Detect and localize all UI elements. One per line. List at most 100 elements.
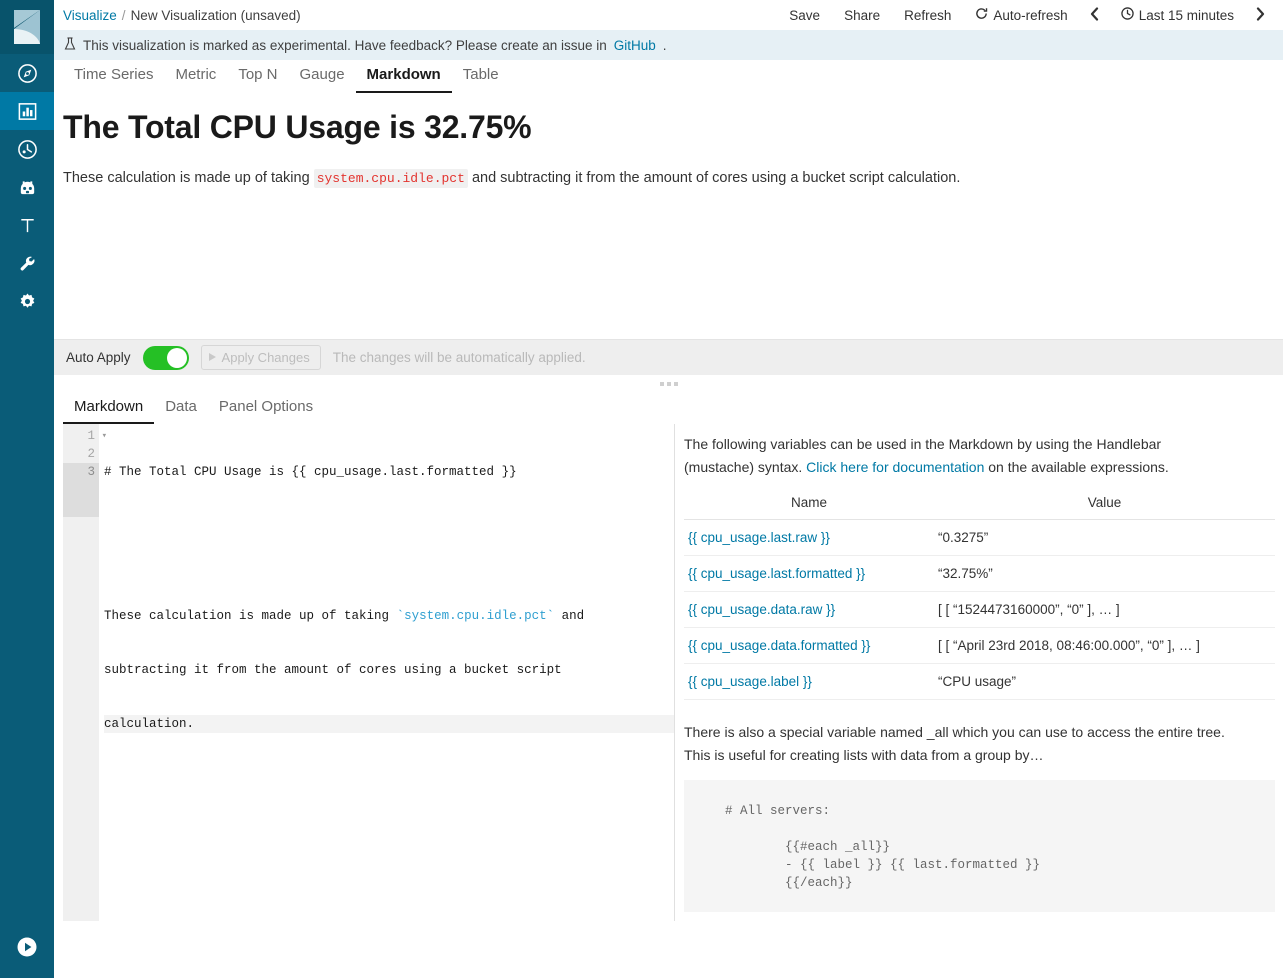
sidebar-item-timelion[interactable]	[0, 168, 54, 206]
refresh-button[interactable]: Refresh	[892, 5, 963, 26]
tab-panel-options[interactable]: Panel Options	[208, 396, 324, 424]
kibana-app-window: Visualize / New Visualization (unsaved) …	[0, 0, 1283, 978]
apply-changes-button[interactable]: Apply Changes	[201, 345, 321, 370]
clock-icon	[1121, 7, 1134, 23]
global-nav-sidebar	[0, 0, 54, 978]
preview-text-after: and subtracting it from the amount of co…	[472, 170, 960, 186]
bar-chart-icon	[17, 101, 38, 122]
auto-refresh-label: Auto-refresh	[993, 8, 1067, 23]
breadcrumb-visualize-link[interactable]: Visualize	[63, 8, 117, 23]
tab-gauge[interactable]: Gauge	[289, 63, 356, 93]
markdown-variables-docs: The following variables can be used in t…	[675, 424, 1283, 921]
sidebar-item-dev-tools[interactable]	[0, 244, 54, 282]
documentation-link[interactable]: Click here for documentation	[806, 459, 984, 475]
line-number[interactable]: 3	[63, 463, 99, 481]
variables-table: Name Value {{ cpu_usage.last.raw }} “0.3…	[684, 492, 1275, 700]
variable-link[interactable]: {{ cpu_usage.last.formatted }}	[688, 566, 865, 581]
breadcrumb: Visualize / New Visualization (unsaved)	[63, 8, 301, 23]
docs-intro-line-2: (mustache) syntax. Click here for docume…	[684, 457, 1275, 478]
breadcrumb-separator: /	[122, 8, 126, 23]
share-button[interactable]: Share	[832, 5, 892, 26]
variable-link[interactable]: {{ cpu_usage.data.formatted }}	[688, 638, 870, 653]
play-icon	[208, 350, 217, 365]
preview-paragraph: These calculation is made up of taking s…	[63, 168, 1273, 189]
github-link[interactable]: GitHub	[614, 38, 656, 53]
variable-value-cell: “32.75%”	[934, 556, 1275, 592]
refresh-icon	[975, 7, 988, 23]
tab-time-series[interactable]: Time Series	[63, 63, 164, 93]
toggle-knob	[167, 348, 187, 368]
experimental-banner-period: .	[663, 38, 667, 53]
preview-heading: The Total CPU Usage is 32.75%	[63, 109, 1273, 146]
text-t-icon	[17, 215, 38, 236]
save-button[interactable]: Save	[777, 5, 832, 26]
top-navigation-bar: Visualize / New Visualization (unsaved) …	[54, 0, 1283, 30]
preview-inline-code: system.cpu.idle.pct	[314, 169, 468, 188]
auto-apply-toggle[interactable]	[143, 346, 189, 370]
variable-name-cell: {{ cpu_usage.last.formatted }}	[684, 556, 934, 592]
code-text: and	[554, 609, 584, 623]
line-number[interactable]: 2	[63, 445, 99, 463]
breadcrumb-current: New Visualization (unsaved)	[131, 8, 301, 23]
compass-icon	[17, 63, 38, 84]
tab-metric[interactable]: Metric	[164, 63, 227, 93]
variable-link[interactable]: {{ cpu_usage.data.raw }}	[688, 602, 835, 617]
visualization-type-tabs: Time Series Metric Top N Gauge Markdown …	[54, 60, 1283, 93]
time-range-label: Last 15 minutes	[1139, 8, 1234, 23]
timelion-icon	[17, 177, 38, 198]
flask-icon	[64, 37, 76, 54]
sidebar-item-management[interactable]	[0, 282, 54, 320]
auto-apply-label: Auto Apply	[66, 350, 131, 365]
code-inline-string: `system.cpu.idle.pct`	[397, 609, 555, 623]
drag-dots-icon	[54, 382, 1283, 386]
variable-name-cell: {{ cpu_usage.data.raw }}	[684, 592, 934, 628]
table-row: {{ cpu_usage.last.formatted }} “32.75%”	[684, 556, 1275, 592]
variable-link[interactable]: {{ cpu_usage.last.raw }}	[688, 530, 830, 545]
variable-link[interactable]: {{ cpu_usage.label }}	[688, 674, 812, 689]
tab-data[interactable]: Data	[154, 396, 208, 424]
time-picker-button[interactable]: Last 15 minutes	[1109, 4, 1246, 26]
sidebar-item-discover[interactable]	[0, 54, 54, 92]
variable-value-cell: [ [ “1524473160000”, “0” ], … ]	[934, 592, 1275, 628]
markdown-code-editor[interactable]: 1 2 3 # The Total CPU Usage is {{ cpu_us…	[63, 424, 675, 921]
tab-markdown-editor[interactable]: Markdown	[63, 396, 154, 424]
panel-resize-handle[interactable]	[54, 375, 1283, 393]
tab-table[interactable]: Table	[452, 63, 510, 93]
time-next-button[interactable]	[1246, 4, 1275, 27]
sidebar-item-dashboard[interactable]	[0, 130, 54, 168]
docs-tail-line-1: There is also a special variable named _…	[684, 722, 1275, 743]
chevron-right-icon	[1255, 7, 1266, 24]
tab-markdown[interactable]: Markdown	[356, 63, 452, 93]
column-header-name: Name	[684, 492, 934, 520]
tab-top-n[interactable]: Top N	[227, 63, 288, 93]
sidebar-item-canvas[interactable]	[0, 206, 54, 244]
line-number-wrap	[63, 481, 99, 499]
main-content: Visualize / New Visualization (unsaved) …	[54, 0, 1283, 978]
chevron-left-icon	[1089, 7, 1100, 24]
docs-intro-pre: (mustache) syntax.	[684, 459, 806, 475]
variable-value-cell: “CPU usage”	[934, 664, 1275, 700]
play-circle-icon	[16, 936, 38, 963]
column-header-value: Value	[934, 492, 1275, 520]
editor-docs-split: 1 2 3 # The Total CPU Usage is {{ cpu_us…	[54, 424, 1283, 921]
sidebar-item-visualize[interactable]	[0, 92, 54, 130]
code-line-3: These calculation is made up of taking `…	[104, 571, 674, 769]
markdown-preview-pane: The Total CPU Usage is 32.75% These calc…	[54, 93, 1283, 339]
code-line-3-row-2: subtracting it from the amount of cores …	[104, 661, 674, 679]
editor-text-area[interactable]: # The Total CPU Usage is {{ cpu_usage.la…	[99, 424, 674, 921]
sidebar-collapse-toggle[interactable]	[0, 920, 54, 978]
dashboard-clock-icon	[17, 139, 38, 160]
variable-name-cell: {{ cpu_usage.data.formatted }}	[684, 628, 934, 664]
time-prev-button[interactable]	[1080, 4, 1109, 27]
topbar-actions: Save Share Refresh Auto-refresh	[777, 4, 1275, 27]
auto-refresh-button[interactable]: Auto-refresh	[963, 4, 1079, 26]
docs-code-example: # All servers: {{#each _all}} - {{ label…	[684, 780, 1275, 912]
code-text: These calculation is made up of taking	[104, 609, 397, 623]
table-row: {{ cpu_usage.data.formatted }} [ [ “Apri…	[684, 628, 1275, 664]
variable-value-cell: “0.3275”	[934, 520, 1275, 556]
kibana-logo[interactable]	[0, 0, 54, 54]
apply-changes-label: Apply Changes	[222, 350, 310, 365]
line-number[interactable]: 1	[63, 427, 99, 445]
code-line-3-row-1: These calculation is made up of taking `…	[104, 607, 674, 625]
table-row: {{ cpu_usage.label }} “CPU usage”	[684, 664, 1275, 700]
